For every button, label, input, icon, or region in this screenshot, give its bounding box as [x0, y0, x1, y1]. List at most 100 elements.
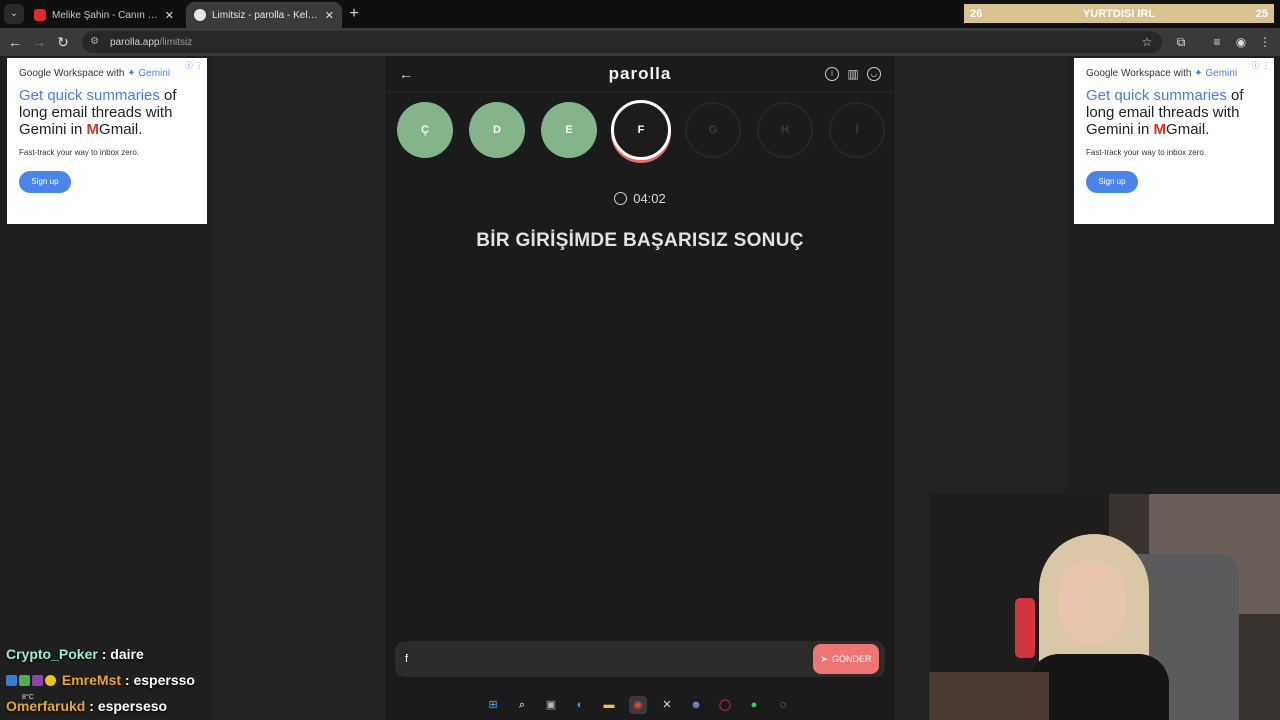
back-arrow-icon[interactable]: ← — [6, 33, 24, 51]
close-icon[interactable]: ✕ — [165, 9, 174, 22]
ad-header-brand: ✦ Gemini — [127, 68, 171, 79]
letter-circle-upcoming: H — [757, 102, 813, 158]
ad-headline-highlight: Get quick summaries — [19, 87, 160, 104]
letter-circle-upcoming: G — [685, 102, 741, 158]
ad-headline-highlight: Get quick summaries — [1086, 87, 1227, 104]
tab-title: Melike Şahin - Canın Beni Çekti — [52, 9, 159, 21]
weather-widget: 8°C — [22, 694, 34, 701]
timer-value: 04:02 — [633, 191, 666, 206]
stats-chart-icon[interactable]: ▥ — [846, 67, 860, 81]
tab-strip: ⌄ Melike Şahin - Canın Beni Çekti ✕ Limi… — [0, 0, 1280, 28]
tab-youtube[interactable]: Melike Şahin - Canın Beni Çekti ✕ — [26, 2, 182, 28]
chat-text: daire — [110, 646, 144, 662]
media-controls-icon[interactable]: ≡ — [1208, 33, 1226, 51]
address-bar[interactable]: ⚙ parolla.app/limitsiz — [82, 31, 1162, 53]
game-panel: ← parolla i ▥ ◡ Ç D E F G H İ 04:02 BİR … — [384, 56, 896, 720]
ad-header-prefix: Google Workspace with — [19, 68, 125, 79]
tab-parolla[interactable]: Limitsiz - parolla - Kelime oyunu ✕ — [186, 2, 342, 28]
profile-avatar[interactable]: ◉ — [1232, 33, 1250, 51]
url-domain: parolla.app — [110, 36, 160, 48]
reload-icon[interactable]: ↻ — [54, 33, 72, 51]
ad-info-icon[interactable]: ⓘ ⋮ — [185, 60, 203, 71]
ad-header: Google Workspace with ✦ Gemini — [1086, 68, 1262, 79]
windows-taskbar: ⊞ ⌕ ▣ ◐ ▬ ◉ ✕ ☻ ◯ ● ◌ — [480, 692, 800, 718]
browser-toolbar: ← → ↻ ⚙ parolla.app/limitsiz ☆ ⧉ ≡ ◉ ⋮ — [0, 28, 1280, 56]
send-plane-icon: ➤ — [820, 653, 829, 664]
menu-dots-icon[interactable]: ⋮ — [1256, 33, 1274, 51]
chat-text: esperseso — [97, 698, 168, 714]
gmail-icon: M — [86, 121, 100, 138]
overlay-left-number: 26 — [970, 7, 983, 20]
ad-signup-button[interactable]: Sign up — [19, 171, 71, 193]
answer-bar: ➤ GÖNDER — [395, 641, 885, 677]
letter-track: Ç D E F G H İ — [395, 100, 887, 162]
ad-banner-right[interactable]: ⓘ ⋮ Google Workspace with ✦ Gemini Get q… — [1074, 58, 1274, 224]
task-view-icon[interactable]: ▣ — [542, 696, 560, 714]
letter-circle-done: D — [469, 102, 525, 158]
x-app-icon[interactable]: ✕ — [658, 696, 676, 714]
chat-username: EmreMst — [61, 672, 122, 688]
ad-header: Google Workspace with ✦ Gemini — [19, 68, 195, 79]
letter-circle-upcoming: İ — [829, 102, 885, 158]
ad-subtext: Fast-track your way to inbox zero. — [19, 148, 140, 157]
overlay-right-number: 25 — [1255, 7, 1268, 20]
tab-search-button[interactable]: ⌄ — [4, 4, 24, 24]
close-icon[interactable]: ✕ — [325, 9, 334, 22]
ad-signup-button[interactable]: Sign up — [1086, 171, 1138, 193]
discord-icon[interactable]: ☻ — [687, 696, 705, 714]
chrome-icon[interactable]: ◉ — [629, 696, 647, 714]
ad-headline: Get quick summaries of long email thread… — [1086, 87, 1262, 138]
ad-info-icon[interactable]: ⓘ ⋮ — [1252, 60, 1270, 71]
app-icon[interactable]: ◌ — [774, 696, 792, 714]
clock-icon — [614, 192, 628, 205]
gmail-icon: M — [1153, 121, 1167, 138]
left-ad-column: ⓘ ⋮ Google Workspace with ✦ Gemini Get q… — [0, 56, 214, 720]
badge-icon — [45, 675, 56, 686]
youtube-icon — [34, 9, 46, 21]
info-icon[interactable]: i — [825, 67, 839, 81]
file-explorer-icon[interactable]: ▬ — [600, 696, 618, 714]
windows-start-icon[interactable]: ⊞ — [484, 696, 502, 714]
parolla-icon — [194, 9, 206, 21]
ad-headline-end: Gmail. — [1166, 121, 1210, 138]
opera-icon[interactable]: ◯ — [716, 696, 734, 714]
stream-overlay-bar: 26 YURTDISI IRL 25 — [964, 4, 1274, 23]
ad-headline-end: Gmail. — [99, 121, 143, 138]
url-path: /limitsiz — [159, 36, 193, 48]
site-settings-icon[interactable]: ⚙ — [90, 36, 102, 48]
spotify-icon[interactable]: ● — [745, 696, 763, 714]
new-tab-button[interactable]: + — [346, 5, 362, 23]
ad-banner-left[interactable]: ⓘ ⋮ Google Workspace with ✦ Gemini Get q… — [7, 58, 207, 224]
tab-title: Limitsiz - parolla - Kelime oyunu — [212, 9, 319, 21]
letter-circle-done: Ç — [397, 102, 453, 158]
bookmark-star-icon[interactable]: ☆ — [1138, 33, 1156, 51]
chat-username: Crypto_Poker — [6, 646, 98, 662]
user-account-icon[interactable]: ◡ — [867, 67, 881, 81]
chat-username: Omerfarukd — [6, 698, 86, 714]
send-button-label: GÖNDER — [832, 654, 872, 664]
overlay-label: YURTDISI IRL — [1082, 7, 1156, 20]
search-icon[interactable]: ⌕ — [513, 696, 531, 714]
webcam-face — [1059, 560, 1125, 644]
badge-icon — [6, 675, 17, 686]
chat-message: Crypto_Poker : daire — [6, 646, 144, 662]
send-button[interactable]: ➤ GÖNDER — [813, 644, 879, 674]
countdown-timer: 04:02 — [385, 191, 895, 206]
webcam-overlay — [929, 494, 1280, 720]
ad-subtext: Fast-track your way to inbox zero. — [1086, 148, 1207, 157]
webcam-shirt — [1029, 654, 1169, 720]
letter-circle-done: E — [541, 102, 597, 158]
extensions-icon[interactable]: ⧉ — [1172, 33, 1190, 51]
answer-input[interactable] — [405, 649, 805, 669]
edge-icon[interactable]: ◐ — [571, 696, 589, 714]
game-header: ← parolla i ▥ ◡ — [385, 56, 895, 92]
result-message: BİR GİRİŞİMDE BAŞARISIZ SONUÇ — [476, 230, 804, 251]
ad-headline: Get quick summaries of long email thread… — [19, 87, 195, 138]
ad-header-brand: ✦ Gemini — [1194, 68, 1238, 79]
chat-text: espersso — [133, 672, 195, 688]
ad-header-prefix: Google Workspace with — [1086, 68, 1192, 79]
webcam-table — [929, 672, 1049, 720]
forward-arrow-icon[interactable]: → — [30, 33, 48, 51]
letter-circle-current: F — [611, 100, 671, 160]
app-logo: parolla — [608, 64, 672, 83]
